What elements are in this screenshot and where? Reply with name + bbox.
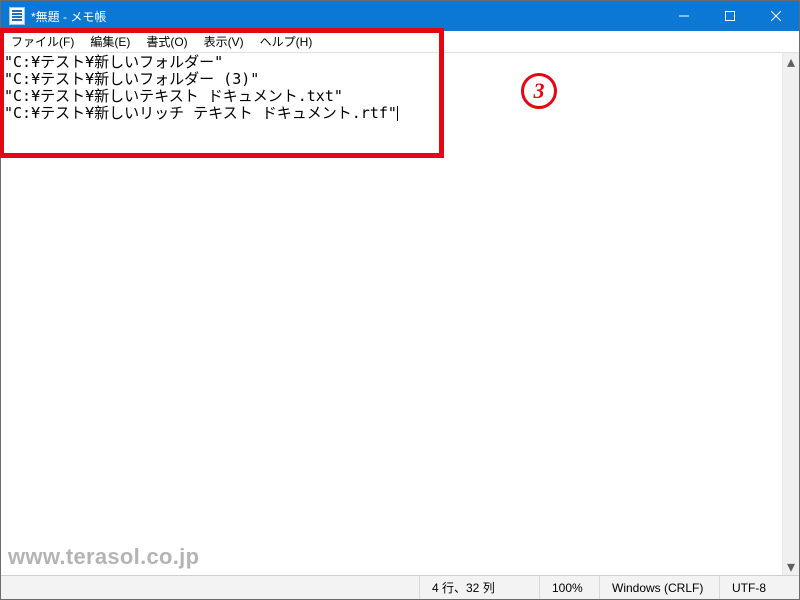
- menu-bar: ファイル(F) 編集(E) 書式(O) 表示(V) ヘルプ(H): [1, 31, 799, 53]
- notepad-window: *無題 - メモ帳 ファイル(F) 編集(E) 書式(O) 表示(V) ヘルプ(…: [0, 0, 800, 600]
- scroll-up-icon[interactable]: ▴: [783, 53, 799, 70]
- client-area: "C:¥テスト¥新しいフォルダー""C:¥テスト¥新しいフォルダー (3)""C…: [1, 53, 799, 575]
- maximize-button[interactable]: [707, 1, 753, 31]
- minimize-button[interactable]: [661, 1, 707, 31]
- status-cursor-position: 4 行、32 列: [419, 576, 539, 599]
- menu-edit[interactable]: 編集(E): [82, 32, 138, 51]
- text-line[interactable]: "C:¥テスト¥新しいフォルダー": [4, 54, 779, 71]
- menu-format[interactable]: 書式(O): [138, 32, 195, 51]
- menu-view[interactable]: 表示(V): [196, 32, 252, 51]
- scroll-down-icon[interactable]: ▾: [783, 558, 799, 575]
- vertical-scrollbar[interactable]: ▴ ▾: [782, 53, 799, 575]
- menu-help[interactable]: ヘルプ(H): [252, 32, 321, 51]
- notepad-app-icon: [9, 7, 25, 25]
- text-line[interactable]: "C:¥テスト¥新しいテキスト ドキュメント.txt": [4, 88, 779, 105]
- status-zoom: 100%: [539, 576, 599, 599]
- text-line[interactable]: "C:¥テスト¥新しいリッチ テキスト ドキュメント.rtf": [4, 105, 779, 122]
- status-bar: 4 行、32 列 100% Windows (CRLF) UTF-8: [1, 575, 799, 599]
- text-editor[interactable]: "C:¥テスト¥新しいフォルダー""C:¥テスト¥新しいフォルダー (3)""C…: [1, 53, 782, 575]
- window-title: *無題 - メモ帳: [31, 8, 106, 25]
- title-bar[interactable]: *無題 - メモ帳: [1, 1, 799, 31]
- text-line[interactable]: "C:¥テスト¥新しいフォルダー (3)": [4, 71, 779, 88]
- text-caret: [397, 106, 398, 121]
- close-button[interactable]: [753, 1, 799, 31]
- menu-file[interactable]: ファイル(F): [3, 32, 82, 51]
- status-line-ending: Windows (CRLF): [599, 576, 719, 599]
- status-encoding: UTF-8: [719, 576, 799, 599]
